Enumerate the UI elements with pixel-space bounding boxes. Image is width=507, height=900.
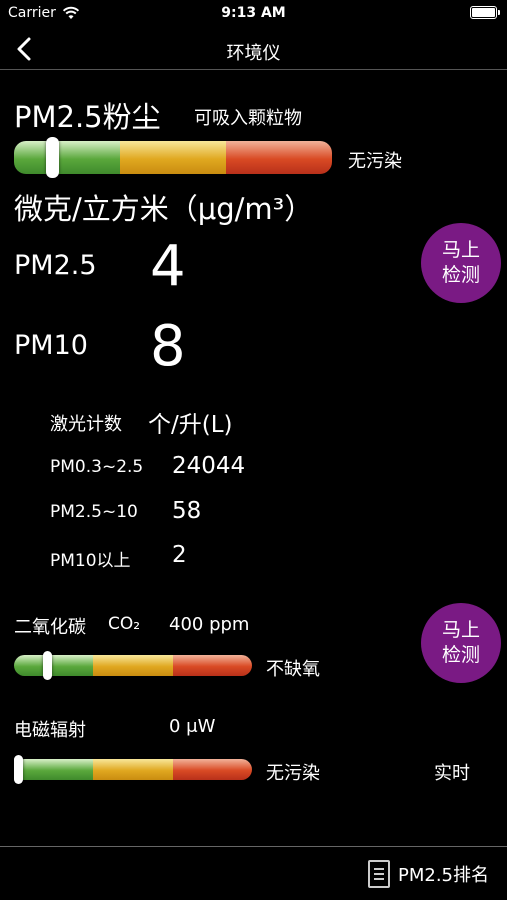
pm10-label: PM10 bbox=[14, 330, 88, 361]
bottom-toolbar: PM2.5排名 bbox=[0, 846, 507, 900]
laser-count-unit: 个/升(L) bbox=[148, 412, 233, 438]
pm-status-label: 无污染 bbox=[348, 151, 402, 172]
laser-row-label: PM10以上 bbox=[50, 551, 131, 571]
pm25-label: PM2.5 bbox=[14, 250, 97, 281]
em-gauge-indicator bbox=[14, 755, 23, 784]
status-time: 9:13 AM bbox=[221, 5, 286, 21]
em-label: 电磁辐射 bbox=[14, 720, 86, 741]
pm-gauge-indicator bbox=[45, 137, 59, 178]
laser-row-value: 58 bbox=[172, 498, 202, 524]
co2-gauge bbox=[14, 651, 252, 680]
em-value: 0 μW bbox=[169, 716, 216, 737]
co2-gauge-indicator bbox=[42, 651, 52, 680]
status-bar: Carrier 9:13 AM bbox=[0, 0, 507, 28]
pm25-ranking-label: PM2.5排名 bbox=[398, 865, 490, 886]
co2-detect-button[interactable]: 马上 检测 bbox=[421, 603, 501, 683]
list-document-icon bbox=[368, 860, 390, 888]
pm-gauge bbox=[14, 137, 332, 178]
page-title: 环境仪 bbox=[226, 43, 281, 64]
detect-button-line1: 马上 bbox=[441, 239, 480, 261]
co2-status-label: 不缺氧 bbox=[266, 659, 320, 680]
pm-unit-label: 微克/立方米（μg/m³） bbox=[14, 192, 314, 226]
laser-row-value: 24044 bbox=[172, 453, 246, 479]
co2-value: 400 ppm bbox=[169, 614, 250, 635]
pm25-ranking-button[interactable]: PM2.5排名 bbox=[368, 859, 489, 889]
laser-row-label: PM0.3~2.5 bbox=[50, 457, 144, 477]
detect-button-line2: 检测 bbox=[441, 264, 480, 286]
co2-symbol: CO₂ bbox=[108, 614, 141, 634]
battery-icon bbox=[470, 6, 500, 19]
detect-button-line2: 检测 bbox=[441, 644, 480, 666]
pm-detect-button[interactable]: 马上 检测 bbox=[421, 223, 501, 303]
co2-label: 二氧化碳 bbox=[14, 617, 86, 638]
navigation-bar: 环境仪 bbox=[0, 28, 507, 70]
em-status-label: 无污染 bbox=[266, 763, 320, 784]
pm-section-title: PM2.5粉尘 bbox=[14, 100, 161, 134]
laser-count-label: 激光计数 bbox=[50, 414, 122, 435]
em-gauge bbox=[14, 755, 252, 784]
pm10-value: 8 bbox=[150, 314, 186, 379]
pm-section-subtitle: 可吸入颗粒物 bbox=[194, 108, 302, 129]
laser-row-label: PM2.5~10 bbox=[50, 502, 138, 522]
detect-button-line1: 马上 bbox=[441, 619, 480, 641]
em-mode-label: 实时 bbox=[434, 763, 470, 784]
pm25-value: 4 bbox=[150, 234, 186, 299]
laser-row-value: 2 bbox=[172, 542, 187, 568]
